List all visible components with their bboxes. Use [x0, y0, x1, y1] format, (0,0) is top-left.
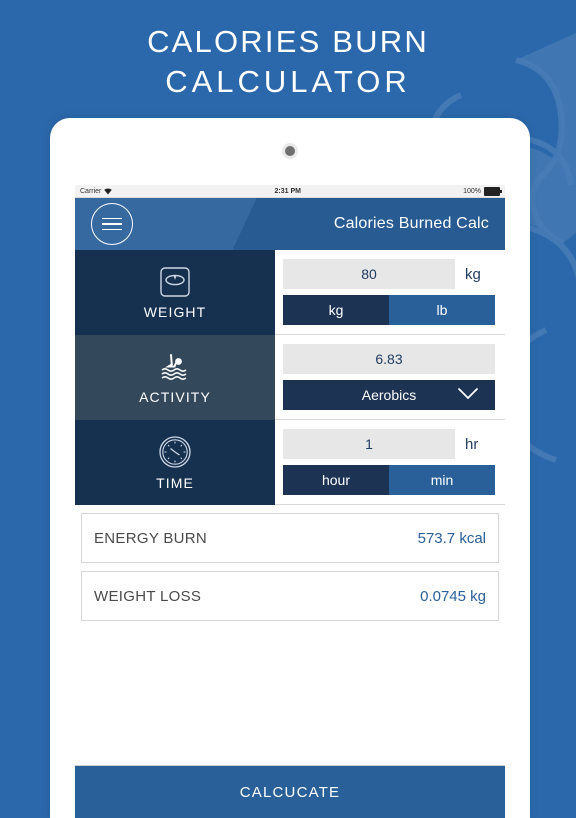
time-controls: 1 hr hour min: [275, 420, 505, 505]
device-camera: [285, 146, 295, 156]
menu-line-1: [102, 217, 122, 220]
battery-icon: [484, 186, 502, 196]
weight-loss-label: WEIGHT LOSS: [94, 587, 202, 605]
weight-value-line: 80 kg: [283, 259, 495, 289]
wifi-icon: [104, 187, 113, 194]
activity-selected-label: Aerobics: [361, 387, 417, 403]
energy-burn-value: 573.7 kcal: [417, 529, 486, 547]
page-title: Calories Burned Calc: [333, 215, 489, 232]
weight-controls: 80 kg kg lb: [275, 250, 505, 335]
activity-met-input[interactable]: 6.83: [283, 344, 495, 374]
weight-unit-label: kg: [465, 265, 481, 283]
time-unit-hour-option[interactable]: hour: [283, 465, 389, 495]
time-row: TIME 1 hr hour min: [75, 420, 505, 505]
weight-unit-kg-option[interactable]: kg: [283, 295, 389, 325]
nav-bar: Calories Burned Calc: [75, 198, 505, 250]
promo-title-line1: CALORIES BURN: [147, 24, 429, 59]
time-unit-toggle[interactable]: hour min: [283, 465, 495, 495]
weight-label: WEIGHT: [143, 304, 207, 320]
weight-unit-toggle[interactable]: kg lb: [283, 295, 495, 325]
activity-select[interactable]: Aerobics: [283, 380, 495, 410]
carrier-label: Carrier: [80, 187, 102, 195]
clock-icon: [159, 436, 191, 468]
promo-title-line2: CALCULATOR: [165, 64, 411, 99]
time-unit-min-option[interactable]: min: [389, 465, 495, 495]
status-bar-time: 2:31 PM: [274, 187, 301, 195]
hamburger-menu-icon[interactable]: [91, 203, 133, 245]
weight-input[interactable]: 80: [283, 259, 455, 289]
activity-row-header: ACTIVITY: [75, 335, 275, 420]
app-screen: Carrier 2:31 PM 100% Calories Burned Cal…: [75, 185, 505, 818]
time-unit-label: hr: [465, 435, 479, 453]
time-input[interactable]: 1: [283, 429, 455, 459]
time-label: TIME: [156, 475, 194, 491]
activity-controls: 6.83 Aerobics: [275, 335, 505, 420]
weight-loss-value: 0.0745 kg: [420, 587, 486, 605]
results-list: ENERGY BURN 573.7 kcal WEIGHT LOSS 0.074…: [75, 505, 505, 621]
calculate-button[interactable]: CALCUCATE: [75, 765, 505, 818]
result-row-weight-loss: WEIGHT LOSS 0.0745 kg: [81, 571, 499, 621]
activity-label: ACTIVITY: [139, 389, 211, 405]
activity-row: ACTIVITY 6.83 Aerobics: [75, 335, 505, 420]
weight-row: WEIGHT 80 kg kg lb: [75, 250, 505, 335]
menu-line-2: [102, 223, 122, 225]
promo-title: CALORIES BURN CALCULATOR: [0, 22, 576, 102]
time-value-line: 1 hr: [283, 429, 495, 459]
status-bar: Carrier 2:31 PM 100%: [75, 185, 505, 198]
weight-row-header: WEIGHT: [75, 250, 275, 335]
swimmer-icon: [161, 354, 187, 380]
energy-burn-label: ENERGY BURN: [94, 529, 208, 547]
battery-percent-label: 100%: [463, 187, 481, 195]
activity-value-line: 6.83: [283, 344, 495, 374]
status-bar-left: Carrier: [80, 187, 113, 195]
status-bar-right: 100%: [463, 186, 502, 196]
device-frame: Carrier 2:31 PM 100% Calories Burned Cal…: [50, 118, 530, 818]
result-row-energy-burn: ENERGY BURN 573.7 kcal: [81, 513, 499, 563]
time-row-header: TIME: [75, 420, 275, 505]
chevron-down-icon: [458, 388, 478, 400]
scale-icon: [160, 267, 190, 297]
weight-unit-lb-option[interactable]: lb: [389, 295, 495, 325]
menu-line-3: [102, 228, 122, 231]
